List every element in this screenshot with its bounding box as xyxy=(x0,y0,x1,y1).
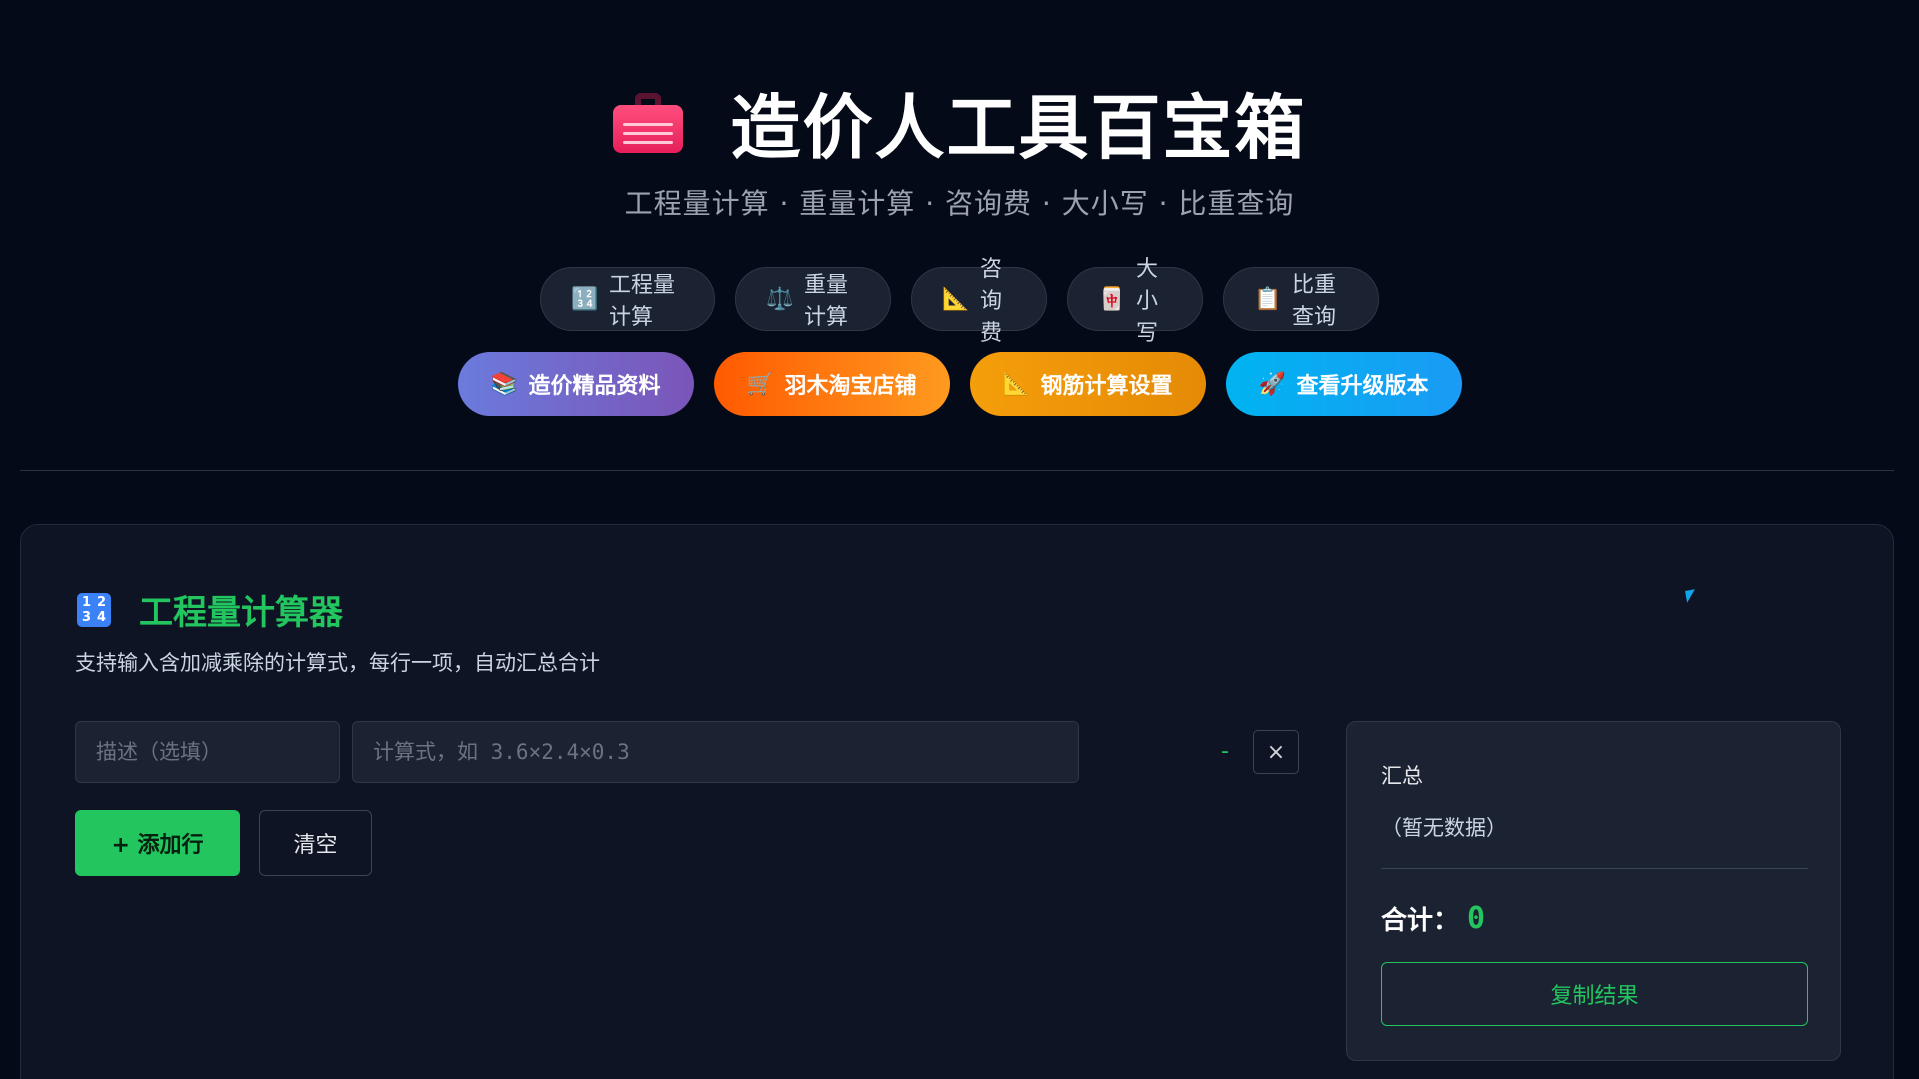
tab-weight-calc[interactable]: ⚖️ 重量计算 xyxy=(735,267,891,331)
clear-button[interactable]: 清空 xyxy=(259,810,372,876)
numbers-icon: 1234 xyxy=(77,592,111,627)
row-result: - xyxy=(1221,739,1229,764)
tab-bar: 🔢 工程量计算 ⚖️ 重量计算 📐 咨询费 🀄 大小写 📋 比重查询 xyxy=(0,257,1919,346)
page-subtitle: 工程量计算 · 重量计算 · 咨询费 · 大小写 · 比重查询 xyxy=(624,187,1295,220)
toolbox-icon xyxy=(612,92,683,153)
books-icon: 📚 xyxy=(490,371,518,397)
description-input[interactable] xyxy=(75,721,340,783)
formula-input[interactable] xyxy=(352,721,1079,783)
tab-quantity-calc[interactable]: 🔢 工程量计算 xyxy=(540,267,715,331)
page: 造价人工具百宝箱 工程量计算 · 重量计算 · 咨询费 · 大小写 · 比重查询… xyxy=(0,0,1919,1079)
tab-label: 大小写 xyxy=(1136,257,1159,346)
delete-row-button[interactable]: × xyxy=(1253,730,1299,774)
summary-divider xyxy=(1381,868,1808,869)
link-label: 查看升级版本 xyxy=(1296,374,1429,399)
tab-label: 咨询费 xyxy=(980,257,1003,346)
page-title: 造价人工具百宝箱 xyxy=(730,86,1307,169)
total-value: 0 xyxy=(1467,901,1486,936)
upgrade-version-link[interactable]: 🚀 查看升级版本 xyxy=(1225,352,1462,416)
tab-case-convert[interactable]: 🀄 大小写 xyxy=(1067,257,1203,346)
link-bar: 📚 造价精品资料 🛒 羽木淘宝店铺 📐 钢筋计算设置 🚀 查看升级版本 xyxy=(0,352,1919,416)
total-label: 合计： xyxy=(1381,906,1460,936)
quantity-calculator-panel: 1234 工程量计算器 支持输入含加减乘除的计算式，每行一项，自动汇总合计 - … xyxy=(20,524,1894,1079)
rocket-icon: 🚀 xyxy=(1258,371,1286,397)
mouse-cursor-icon xyxy=(1685,589,1697,603)
summary-title: 汇总 xyxy=(1381,764,1423,788)
mahjong-icon: 🀄 xyxy=(1098,286,1126,312)
clipboard-icon: 📋 xyxy=(1254,286,1282,312)
link-label: 造价精品资料 xyxy=(528,374,661,399)
ruler-icon: 📐 xyxy=(1002,371,1030,397)
summary-card: 汇总 （暂无数据） 合计： 0 复制结果 xyxy=(1346,721,1841,1061)
link-label: 钢筋计算设置 xyxy=(1040,374,1173,399)
panel-title: 工程量计算器 xyxy=(139,593,343,633)
copy-result-button[interactable]: 复制结果 xyxy=(1381,962,1808,1026)
tab-density-lookup[interactable]: 📋 比重查询 xyxy=(1223,267,1379,331)
rebar-settings-link[interactable]: 📐 钢筋计算设置 xyxy=(969,352,1206,416)
summary-empty-text: （暂无数据） xyxy=(1381,816,1507,840)
tab-label: 重量计算 xyxy=(804,273,849,330)
scale-icon: ⚖️ xyxy=(766,286,794,312)
tab-consulting-fee[interactable]: 📐 咨询费 xyxy=(911,257,1047,346)
close-icon: × xyxy=(1266,739,1286,765)
premium-materials-link[interactable]: 📚 造价精品资料 xyxy=(457,352,694,416)
link-label: 羽木淘宝店铺 xyxy=(784,374,917,399)
taobao-shop-link[interactable]: 🛒 羽木淘宝店铺 xyxy=(713,352,950,416)
tab-label: 工程量计算 xyxy=(609,273,676,330)
add-row-button[interactable]: + 添加行 xyxy=(75,810,240,876)
header: 造价人工具百宝箱 xyxy=(0,72,1919,173)
divider xyxy=(20,470,1894,471)
summary-total: 合计： 0 xyxy=(1381,900,1485,937)
cart-icon: 🛒 xyxy=(746,371,774,397)
panel-description: 支持输入含加减乘除的计算式，每行一项，自动汇总合计 xyxy=(75,651,600,675)
panel-header: 1234 工程量计算器 xyxy=(77,585,343,634)
tab-label: 比重查询 xyxy=(1292,273,1337,330)
numbers-icon: 🔢 xyxy=(571,286,599,312)
triangle-ruler-icon: 📐 xyxy=(942,286,970,312)
